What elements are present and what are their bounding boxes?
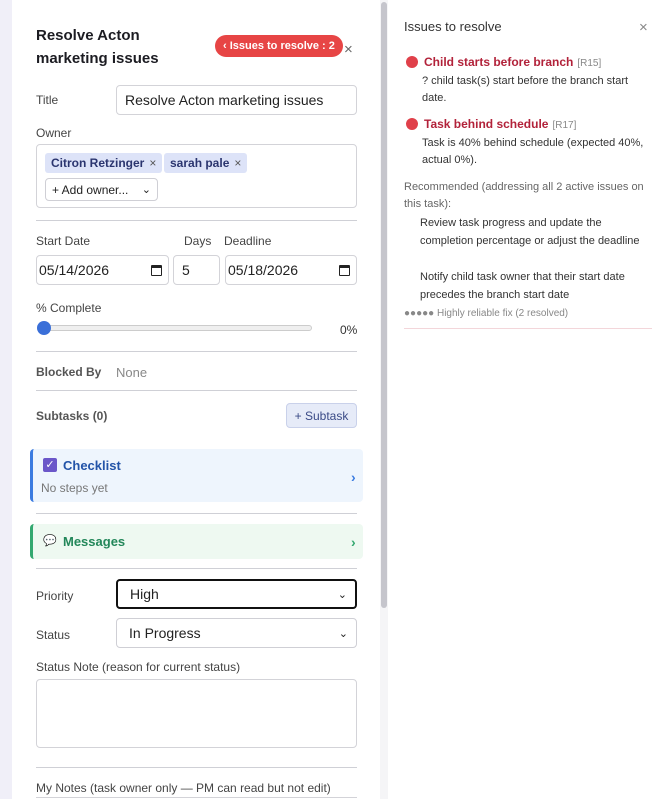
chevron-down-icon: ⌄ — [141, 184, 151, 196]
close-issues-panel-icon[interactable]: × — [639, 20, 648, 35]
remove-owner-icon[interactable]: × — [149, 156, 156, 170]
owner-label: Owner — [36, 126, 72, 140]
task-panel-scrollbar[interactable] — [380, 0, 388, 799]
speech-bubble-icon: 💬 — [43, 535, 57, 547]
checklist-subtitle: No steps yet — [41, 481, 108, 495]
deadline-label: Deadline — [224, 234, 272, 248]
task-detail-panel: Resolve Acton marketing issues ‹ Issues … — [12, 0, 380, 799]
calendar-icon[interactable] — [151, 264, 162, 276]
issue-description: Task is 40% behind schedule (expected 40… — [422, 137, 644, 166]
divider — [36, 390, 357, 391]
deadline-value: 05/18/2026 — [228, 262, 299, 278]
days-input[interactable]: 5 — [173, 255, 220, 285]
issue-severity-icon — [406, 118, 418, 130]
issue-title-text: Child starts before branch — [424, 55, 574, 69]
issue-description: ? child task(s) start before the branch … — [422, 75, 629, 104]
status-value: In Progress — [129, 625, 201, 641]
title-label: Title — [36, 93, 59, 107]
priority-value: High — [130, 586, 159, 602]
reliability-indicator: ●●●●● Highly reliable fix (2 resolved) — [404, 308, 569, 319]
recommended-heading: Recommended (addressing all 2 active iss… — [404, 181, 644, 210]
checkbox-checked-icon: ✓ — [43, 458, 57, 472]
complete-slider-track[interactable] — [40, 325, 312, 331]
checklist-card[interactable]: ✓ Checklist No steps yet › — [30, 449, 363, 502]
issue-title[interactable]: Task behind schedule [R17] — [424, 117, 576, 131]
checklist-title: Checklist — [63, 458, 121, 473]
issue-title-text: Task behind schedule — [424, 117, 549, 131]
priority-label: Priority — [36, 589, 74, 603]
start-date-label: Start Date — [36, 234, 91, 248]
days-label: Days — [184, 234, 212, 248]
blocked-by-label: Blocked By — [36, 365, 102, 379]
status-note-textarea[interactable] — [36, 679, 357, 748]
subtasks-label: Subtasks (0) — [36, 409, 108, 423]
complete-value: 0% — [340, 323, 358, 337]
recommendation-item: Review task progress and update the comp… — [420, 217, 640, 247]
owner-chip-citron: Citron Retzinger × — [45, 153, 163, 173]
left-background-strip — [0, 0, 12, 799]
chevron-down-icon: ⌄ — [338, 627, 348, 640]
messages-card[interactable]: 💬 Messages › — [30, 524, 363, 559]
chevron-down-icon: ⌄ — [337, 588, 347, 601]
owner-chip-name: sarah pale — [170, 156, 230, 170]
title-input-value: Resolve Acton marketing issues — [125, 92, 324, 108]
owner-chip-sarah: sarah pale × — [164, 153, 248, 173]
issue-title[interactable]: Child starts before branch [R15] — [424, 55, 601, 69]
status-select[interactable]: In Progress ⌄ — [116, 618, 357, 648]
complete-slider-handle[interactable] — [37, 321, 51, 335]
complete-label: % Complete — [36, 301, 102, 315]
start-date-input[interactable]: 05/14/2026 — [36, 255, 169, 285]
task-title: Resolve Acton marketing issues — [36, 27, 159, 67]
chevron-right-icon: › — [351, 469, 356, 485]
add-owner-select[interactable]: + Add owner... ⌄ — [45, 178, 158, 201]
divider — [404, 328, 652, 329]
status-note-label: Status Note (reason for current status) — [36, 660, 241, 674]
deadline-input[interactable]: 05/18/2026 — [225, 255, 357, 285]
my-notes-label: My Notes (task owner only — PM can read … — [36, 781, 331, 795]
title-input[interactable]: Resolve Acton marketing issues — [116, 85, 357, 115]
divider — [36, 351, 357, 352]
remove-owner-icon[interactable]: × — [234, 156, 241, 170]
close-task-icon[interactable]: × — [344, 42, 353, 57]
issues-to-resolve-badge[interactable]: ‹ Issues to resolve : 2 — [215, 35, 343, 57]
recommendation-item: Notify child task owner that their start… — [420, 271, 625, 301]
calendar-icon[interactable] — [339, 264, 350, 276]
divider — [36, 220, 357, 221]
issues-panel: Issues to resolve × Child starts before … — [388, 0, 663, 799]
issue-severity-icon — [406, 56, 418, 68]
priority-select[interactable]: High ⌄ — [116, 579, 357, 609]
start-date-value: 05/14/2026 — [39, 262, 110, 278]
divider — [36, 568, 357, 569]
owner-field: Citron Retzinger × sarah pale × + Add owne… — [36, 144, 357, 208]
chevron-right-icon: › — [351, 534, 356, 550]
days-value: 5 — [182, 262, 190, 278]
status-label: Status — [36, 628, 71, 642]
issue-code: [R15] — [577, 58, 602, 69]
messages-title: Messages — [63, 534, 126, 549]
issue-code: [R17] — [552, 120, 577, 131]
divider — [36, 513, 357, 514]
owner-chip-name: Citron Retzinger — [51, 156, 145, 170]
blocked-by-value[interactable]: None — [116, 365, 147, 380]
add-owner-text: + Add owner... — [52, 182, 129, 197]
scrollbar-thumb[interactable] — [381, 2, 387, 608]
divider — [36, 767, 357, 768]
issues-panel-title: Issues to resolve — [404, 19, 502, 34]
add-subtask-button[interactable]: + Subtask — [286, 403, 357, 428]
